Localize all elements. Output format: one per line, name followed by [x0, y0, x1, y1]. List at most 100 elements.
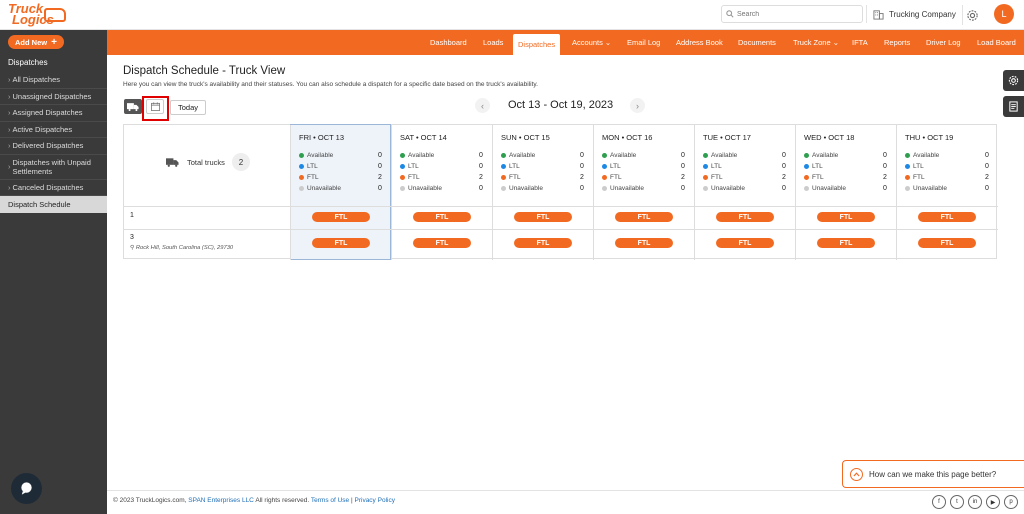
stat-ltl-value: 0	[378, 163, 382, 170]
sidebar-item-assigned-dispatches[interactable]: › Assigned Dispatches	[0, 105, 107, 122]
total-trucks-label: Total trucks	[187, 157, 225, 167]
sidebar-item-delivered-dispatches[interactable]: › Delivered Dispatches	[0, 138, 107, 155]
dispatch-status-pill[interactable]: FTL	[615, 212, 673, 222]
nav-loads[interactable]: Loads	[483, 30, 503, 55]
company-switcher[interactable]: Trucking Company	[866, 5, 956, 23]
today-button[interactable]: Today	[170, 100, 206, 115]
nav-driver-log[interactable]: Driver Log	[926, 30, 961, 55]
stat-ftl: FTL	[804, 174, 824, 181]
copyright: © 2023 TruckLogics.com, SPAN Enterprises…	[113, 497, 395, 504]
dispatch-status-pill[interactable]: FTL	[817, 212, 875, 222]
available-dot-icon	[299, 153, 304, 158]
dispatch-status-pill[interactable]: FTL	[514, 212, 572, 222]
add-new-button[interactable]: Add New +	[8, 35, 64, 49]
global-search[interactable]	[721, 5, 863, 23]
dispatch-status-pill[interactable]: FTL	[817, 238, 875, 248]
day-header: WED • OCT 18	[804, 133, 855, 142]
stat-ltl: LTL	[703, 163, 722, 170]
dispatch-status-pill[interactable]: FTL	[514, 238, 572, 248]
nav-ifta[interactable]: IFTA	[852, 30, 868, 55]
sidebar-item-all-dispatches[interactable]: › All Dispatches	[0, 72, 107, 89]
stat-unavailable-value: 0	[479, 185, 483, 192]
dispatch-status-pill[interactable]: FTL	[716, 238, 774, 248]
day-header: FRI • OCT 13	[299, 133, 344, 142]
unavailable-dot-icon	[804, 186, 809, 191]
app-logo[interactable]: Truck Logics	[8, 2, 66, 28]
plus-icon: +	[51, 36, 57, 48]
dispatch-status-pill[interactable]: FTL	[413, 212, 471, 222]
nav-truck-zone[interactable]: Truck Zone ⌄	[793, 30, 839, 55]
dispatch-status-pill[interactable]: FTL	[615, 238, 673, 248]
user-avatar[interactable]: L	[994, 4, 1014, 24]
ftl-dot-icon	[400, 175, 405, 180]
row-divider	[124, 229, 998, 230]
stat-ltl-value: 0	[985, 163, 989, 170]
truck-location: ⚲ Rock Hill, South Carolina (SC), 29730	[130, 245, 234, 251]
sidebar-item-canceled-dispatches[interactable]: › Canceled Dispatches	[0, 180, 107, 196]
ltl-dot-icon	[400, 164, 405, 169]
privacy-link[interactable]: Privacy Policy	[355, 497, 395, 504]
stat-available: Available	[602, 152, 636, 159]
truck-icon	[166, 157, 179, 167]
day-header: SUN • OCT 15	[501, 133, 550, 142]
stat-ltl: LTL	[299, 163, 318, 170]
terms-link[interactable]: Terms of Use	[311, 497, 349, 504]
youtube-icon[interactable]: ▶	[986, 495, 1000, 509]
building-icon	[873, 9, 884, 20]
search-input[interactable]	[737, 10, 847, 18]
sidebar-item-dispatch-schedule[interactable]: Dispatch Schedule	[0, 196, 107, 213]
stat-unavailable: Unavailable	[501, 185, 543, 192]
previous-week-button[interactable]: ‹	[475, 98, 490, 113]
twitter-icon[interactable]: t	[950, 495, 964, 509]
chevron-right-icon: ›	[8, 91, 11, 101]
stat-unavailable-value: 0	[883, 185, 887, 192]
column-divider	[896, 125, 897, 260]
top-header: Truck Logics Trucking Company L	[0, 0, 1024, 30]
unavailable-dot-icon	[703, 186, 708, 191]
available-dot-icon	[905, 153, 910, 158]
sidebar-item-active-dispatches[interactable]: › Active Dispatches	[0, 122, 107, 138]
next-week-button[interactable]: ›	[630, 98, 645, 113]
stat-ftl-value: 2	[985, 174, 989, 181]
sidebar-item-label: Dispatch Schedule	[8, 199, 71, 209]
settings-button[interactable]	[962, 5, 982, 25]
nav-email-log[interactable]: Email Log	[627, 30, 660, 55]
nav-dashboard[interactable]: Dashboard	[430, 30, 467, 55]
sidebar-item-unpaid-settlements[interactable]: › Dispatches with Unpaid Settlements	[0, 155, 107, 180]
dispatch-status-pill[interactable]: FTL	[312, 212, 370, 222]
quick-settings-button[interactable]	[1003, 70, 1024, 91]
dispatch-status-pill[interactable]: FTL	[918, 238, 976, 248]
truck-number[interactable]: 3	[130, 234, 134, 241]
linkedin-icon[interactable]: in	[968, 495, 982, 509]
dispatch-status-pill[interactable]: FTL	[716, 212, 774, 222]
nav-address-book[interactable]: Address Book	[676, 30, 723, 55]
quick-notes-button[interactable]	[1003, 96, 1024, 117]
dispatch-status-pill[interactable]: FTL	[312, 238, 370, 248]
chevron-up-icon	[850, 467, 863, 481]
stat-available-value: 0	[985, 152, 989, 159]
truck-view-button[interactable]	[124, 99, 142, 114]
pinterest-icon[interactable]: p	[1004, 495, 1018, 509]
nav-dispatches[interactable]: Dispatches	[513, 34, 561, 55]
stat-ltl: LTL	[501, 163, 520, 170]
nav-documents[interactable]: Documents	[738, 30, 776, 55]
facebook-icon[interactable]: f	[932, 495, 946, 509]
stat-available-value: 0	[378, 152, 382, 159]
dispatch-status-pill[interactable]: FTL	[918, 212, 976, 222]
feedback-tab[interactable]: How can we make this page better?	[842, 460, 1024, 488]
nav-accounts[interactable]: Accounts ⌄	[572, 30, 611, 55]
sidebar-item-unassigned-dispatches[interactable]: › Unassigned Dispatches	[0, 89, 107, 105]
dispatch-status-pill[interactable]: FTL	[413, 238, 471, 248]
unavailable-dot-icon	[501, 186, 506, 191]
chat-launcher[interactable]	[11, 473, 42, 504]
nav-reports[interactable]: Reports	[884, 30, 910, 55]
truck-number[interactable]: 1	[130, 212, 134, 219]
stat-ltl-value: 0	[681, 163, 685, 170]
ftl-dot-icon	[501, 175, 506, 180]
truck-icon	[127, 102, 139, 111]
sidebar-section-title: Dispatches	[8, 58, 48, 67]
span-enterprises-link[interactable]: SPAN Enterprises LLC	[188, 497, 254, 504]
stat-unavailable: Unavailable	[602, 185, 644, 192]
day-header: MON • OCT 16	[602, 133, 653, 142]
nav-load-board[interactable]: Load Board	[977, 30, 1016, 55]
